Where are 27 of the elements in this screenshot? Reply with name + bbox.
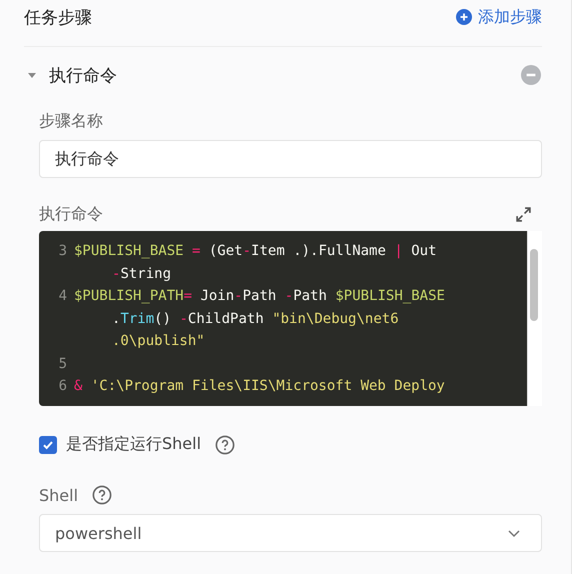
scrollbar-thumb[interactable] <box>530 249 538 321</box>
caret-icon[interactable] <box>27 70 37 80</box>
field-label: 执行命令 <box>39 204 103 225</box>
add-step-link[interactable]: 添加步骤 <box>456 6 542 28</box>
expand-icon[interactable] <box>515 206 532 223</box>
code-line: & 'C:\Program Files\IIS\Microsoft Web Deploy <box>74 378 445 394</box>
step-name-field[interactable]: 执行命令 <box>39 140 542 178</box>
line-number: 4 <box>58 287 68 306</box>
section-title: 任务步骤 <box>24 6 92 28</box>
code-line: .0\publish" <box>112 333 205 349</box>
help-icon[interactable] <box>215 434 236 454</box>
help-icon[interactable] <box>92 485 112 505</box>
code-editor[interactable]: 3 $PUBLISH_BASE = (Get-Item .).FullName | Out -String 4 $PUBLISH_PATH= Join-Path -Path $PUBLISH_BASE .Trim() -ChildPath "bin\Debug\net6 .0\publish" 5 6 & 'C:\Program Files\IIS\Microsoft Web Deploy <box>39 231 542 406</box>
code-line: $PUBLISH_PATH= Join-Path -Path $PUBLISH_BASE <box>74 288 445 304</box>
field-label: Shell <box>39 486 78 504</box>
line-number: 6 <box>58 377 68 396</box>
field-label: 步骤名称 <box>39 111 104 132</box>
code-line: $PUBLISH_BASE = (Get-Item .).FullName | Out <box>74 243 436 259</box>
line-number: 5 <box>58 354 68 374</box>
checkbox-label: 是否指定运行Shell <box>66 434 202 455</box>
step-title: 执行命令 <box>49 64 118 86</box>
shell-select[interactable]: powershell <box>39 514 542 552</box>
code-line: -String <box>112 266 172 282</box>
code-line: .Trim() -ChildPath "bin\Debug\net6 <box>112 310 399 326</box>
plus-circle-icon <box>456 9 472 25</box>
checkbox[interactable] <box>39 436 57 454</box>
line-number: 3 <box>58 242 68 261</box>
